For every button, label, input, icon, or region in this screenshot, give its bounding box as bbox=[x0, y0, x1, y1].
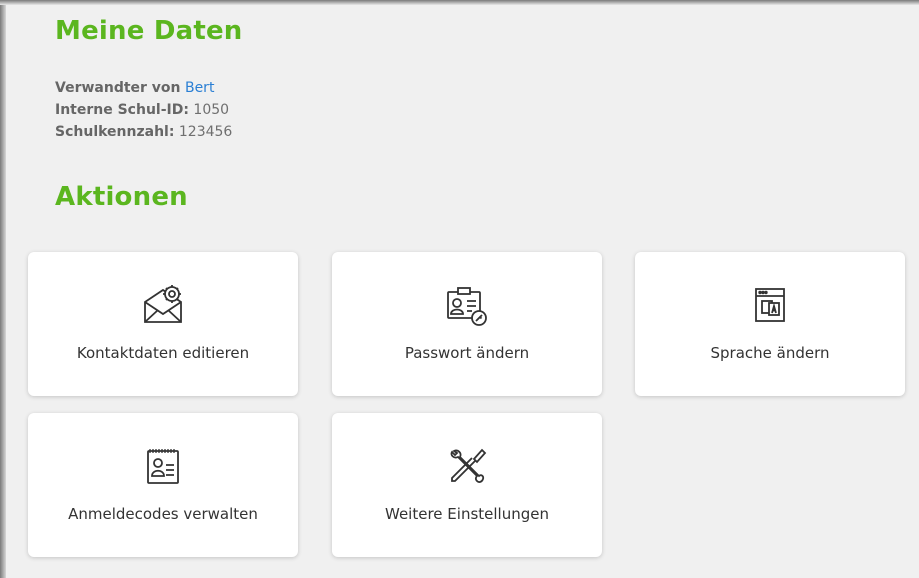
card-weitere-einstellungen[interactable]: Weitere Einstellungen bbox=[332, 413, 602, 557]
envelope-gear-icon bbox=[28, 284, 298, 326]
card-label: Sprache ändern bbox=[710, 344, 830, 362]
id-card-key-icon bbox=[332, 284, 602, 326]
wrench-screwdriver-icon bbox=[332, 445, 602, 487]
card-passwort-aendern[interactable]: Passwort ändern bbox=[332, 252, 602, 396]
card-anmeldecodes-verwalten[interactable]: Anmeldecodes verwalten bbox=[28, 413, 298, 557]
school-number-value: 123456 bbox=[178, 124, 233, 140]
relative-line: Verwandter von Bert bbox=[55, 77, 214, 99]
card-label: Kontaktdaten editieren bbox=[76, 344, 250, 362]
card-label: Anmeldecodes verwalten bbox=[68, 505, 258, 523]
school-number-line: Schulkennzahl: 123456 bbox=[55, 121, 232, 143]
school-id-label: Interne Schul-ID: bbox=[55, 102, 189, 118]
school-id-value: 1050 bbox=[193, 102, 230, 118]
contact-notepad-icon bbox=[28, 445, 298, 487]
school-number-label: Schulkennzahl: bbox=[55, 124, 175, 140]
school-id-line: Interne Schul-ID: 1050 bbox=[55, 99, 229, 121]
section-title-meine-daten: Meine Daten bbox=[55, 16, 243, 46]
card-label: Passwort ändern bbox=[404, 344, 530, 362]
card-kontaktdaten-editieren[interactable]: Kontaktdaten editieren bbox=[28, 252, 298, 396]
card-label: Weitere Einstellungen bbox=[385, 505, 549, 523]
page-frame: Meine Daten Verwandter von Bert Interne … bbox=[0, 0, 919, 578]
relative-name-link[interactable]: Bert bbox=[185, 80, 214, 96]
section-title-aktionen: Aktionen bbox=[55, 182, 188, 212]
card-sprache-aendern[interactable]: Sprache ändern bbox=[635, 252, 905, 396]
relative-label: Verwandter von bbox=[55, 80, 181, 96]
browser-translate-icon bbox=[635, 284, 905, 326]
